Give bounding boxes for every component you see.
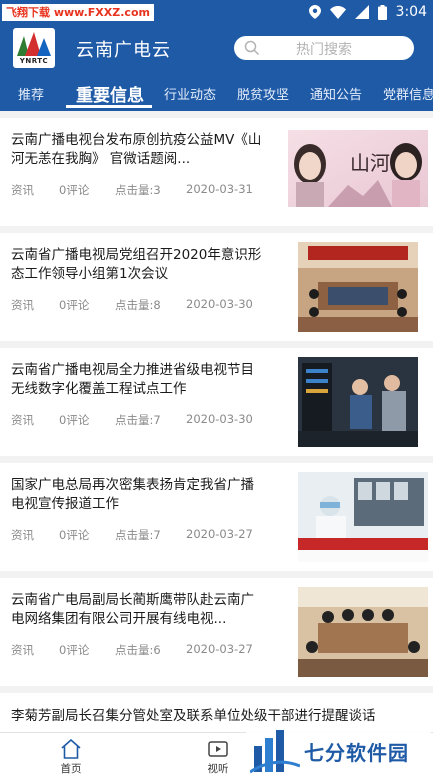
- news-comments: 0评论: [59, 643, 90, 657]
- news-title: 云南广播电视台发布原创抗疫公益MV《山河无恙在我胸》 官微话题阅...: [11, 132, 262, 167]
- search-placeholder: 热门搜索: [296, 42, 352, 58]
- news-date: 2020-03-30: [186, 297, 253, 311]
- news-item[interactable]: 云南省广播电视局党组召开2020年意识形态工作领导小组第1次会议 资讯 0评论 …: [0, 233, 433, 341]
- news-title: 云南省广播电视局党组召开2020年意识形态工作领导小组第1次会议: [11, 247, 262, 282]
- brand-logo-icon: [250, 730, 300, 774]
- logo-text: YNRTC: [19, 57, 49, 65]
- status-bar: 飞翔下载 www.FXXZ.com 3:04: [0, 0, 433, 24]
- download-site-watermark: 飞翔下载 www.FXXZ.com: [2, 4, 154, 21]
- divider: [0, 686, 433, 693]
- news-date: 2020-03-27: [186, 527, 253, 541]
- divider: [0, 571, 433, 578]
- news-views: 点击量:7: [115, 413, 161, 427]
- tab-important-info[interactable]: 重要信息: [76, 81, 144, 106]
- news-title: 国家广电总局再次密集表扬肯定我省广播电视宣传报道工作: [11, 477, 254, 512]
- news-item[interactable]: 云南省广播电视局全力推进省级电视节目无线数字化覆盖工程试点工作 资讯 0评论 点…: [0, 348, 433, 456]
- app-logo: YNRTC: [13, 28, 55, 68]
- news-title-partial[interactable]: 李菊芳副局长召集分管处室及联系单位处级干部进行提醒谈话: [11, 704, 431, 724]
- active-tab-indicator: [66, 105, 152, 108]
- news-comments: 0评论: [59, 298, 90, 312]
- thumbnail-meeting-room: [298, 242, 418, 332]
- thumbnail-hospital-broadcast: [298, 472, 428, 562]
- location-icon: [308, 5, 321, 19]
- news-thumbnail: [298, 587, 428, 677]
- news-category: 资讯: [11, 413, 34, 427]
- news-views: 点击量:3: [115, 183, 161, 197]
- divider: [0, 111, 433, 118]
- brand-watermark: 七分软件园: [246, 722, 431, 778]
- news-comments: 0评论: [59, 183, 90, 197]
- battery-icon: [377, 4, 387, 20]
- video-icon: [208, 741, 228, 757]
- tab-recommend[interactable]: 推荐: [18, 84, 44, 103]
- news-date: 2020-03-27: [186, 642, 253, 656]
- app-header: 飞翔下载 www.FXXZ.com 3:04 YNRTC 云南广电云 热门搜索 …: [0, 0, 433, 111]
- thumbnail-mv-image: 山河: [288, 130, 428, 207]
- divider: [0, 226, 433, 233]
- signal-icon: [354, 5, 369, 19]
- news-date: 2020-03-30: [186, 412, 253, 426]
- thumbnail-conference: [298, 587, 428, 677]
- news-title: 云南省广电局副局长蔺斯鹰带队赴云南广电网络集团有限公司开展有线电视...: [11, 592, 254, 627]
- nav-video[interactable]: 视听: [188, 739, 248, 776]
- news-views: 点击量:7: [115, 528, 161, 542]
- tab-notices[interactable]: 通知公告: [310, 84, 362, 103]
- news-item[interactable]: 云南省广电局副局长蔺斯鹰带队赴云南广电网络集团有限公司开展有线电视... 资讯 …: [0, 578, 433, 686]
- search-input[interactable]: 热门搜索: [234, 36, 414, 60]
- nav-video-label: 视听: [207, 763, 229, 775]
- wifi-icon: [329, 5, 346, 19]
- news-comments: 0评论: [59, 528, 90, 542]
- brand-text: 七分软件园: [304, 741, 409, 765]
- nav-home[interactable]: 首页: [41, 739, 101, 776]
- news-views: 点击量:6: [115, 643, 161, 657]
- news-category: 资讯: [11, 528, 34, 542]
- news-thumbnail: [298, 472, 428, 562]
- news-category: 资讯: [11, 643, 34, 657]
- tab-poverty-alleviation[interactable]: 脱贫攻坚: [237, 84, 289, 103]
- ynrtc-logo-mark: [17, 32, 51, 56]
- news-comments: 0评论: [59, 413, 90, 427]
- nav-home-label: 首页: [60, 763, 82, 775]
- news-thumbnail: 山河: [288, 130, 428, 207]
- news-title: 云南省广播电视局全力推进省级电视节目无线数字化覆盖工程试点工作: [11, 362, 254, 397]
- app-title: 云南广电云: [76, 40, 171, 61]
- news-category: 资讯: [11, 183, 34, 197]
- news-category: 资讯: [11, 298, 34, 312]
- thumbnail-caption: 山河: [350, 151, 390, 175]
- status-icons: 3:04: [308, 3, 427, 21]
- thumbnail-server-room: [298, 357, 418, 447]
- tab-party-info[interactable]: 党群信息: [383, 84, 433, 103]
- news-item[interactable]: 国家广电总局再次密集表扬肯定我省广播电视宣传报道工作 资讯 0评论 点击量:7 …: [0, 463, 433, 571]
- news-date: 2020-03-31: [186, 182, 253, 196]
- divider: [0, 341, 433, 348]
- news-views: 点击量:8: [115, 298, 161, 312]
- news-thumbnail: [298, 357, 418, 447]
- category-tabs: 推荐 重要信息 行业动态 脱贫攻坚 通知公告 党群信息: [0, 80, 433, 111]
- divider: [0, 456, 433, 463]
- status-time: 3:04: [395, 4, 427, 20]
- news-thumbnail: [298, 242, 418, 332]
- news-item[interactable]: 云南广播电视台发布原创抗疫公益MV《山河无恙在我胸》 官微话题阅... 资讯 0…: [0, 118, 433, 226]
- tab-industry-news[interactable]: 行业动态: [164, 84, 216, 103]
- home-icon: [61, 739, 81, 759]
